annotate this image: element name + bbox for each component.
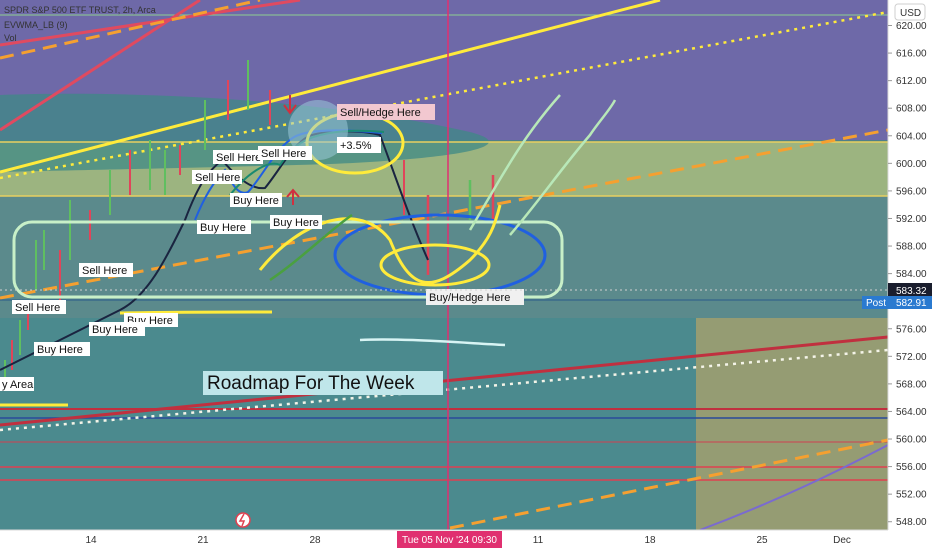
svg-text:Post: Post [866, 298, 886, 309]
svg-text:y Area: y Area [2, 379, 34, 391]
post-market-badge: Post 582.91 [862, 296, 932, 309]
price-tick-label: 576.00 [896, 324, 927, 335]
buy-here-label-2[interactable]: Buy Here [270, 215, 322, 229]
price-tick-label: 548.00 [896, 517, 927, 528]
indicator-legend: EVWMA_LB (9) [4, 20, 68, 30]
svg-text:Sell Here: Sell Here [15, 302, 60, 314]
price-tick-label: 572.00 [896, 352, 927, 363]
buy-here-label-6[interactable]: Buy Here [34, 342, 90, 356]
time-tick-label: 11 [533, 535, 544, 546]
buy-hedge-label[interactable]: Buy/Hedge Here [426, 289, 524, 305]
price-tick-label: 556.00 [896, 462, 927, 473]
svg-text:Buy Here: Buy Here [233, 195, 279, 207]
svg-text:Roadmap For The Week: Roadmap For The Week [207, 373, 415, 394]
area-label[interactable]: y Area [0, 377, 34, 391]
currency-button[interactable]: USD [894, 3, 926, 21]
svg-text:Buy Here: Buy Here [92, 324, 138, 336]
price-tick-label: 620.00 [896, 21, 927, 32]
price-chart[interactable]: Sell/Hedge Here +3.5% Buy/Hedge Here Roa… [0, 0, 932, 550]
time-tick-label: 28 [309, 535, 321, 546]
yellow-underline [119, 310, 273, 315]
time-tick-label: 25 [756, 535, 768, 546]
buy-here-label-1[interactable]: Buy Here [230, 193, 282, 207]
svg-text:Sell Here: Sell Here [195, 172, 240, 184]
price-tick-label: 608.00 [896, 104, 927, 115]
time-tick-label: Dec [833, 535, 851, 546]
buy-here-label-3[interactable]: Buy Here [197, 220, 251, 234]
event-flash-icon[interactable] [235, 512, 251, 528]
sell-here-label-2[interactable]: Sell Here [258, 146, 312, 160]
svg-text:Buy Here: Buy Here [273, 217, 319, 229]
time-tick-label: 21 [197, 535, 209, 546]
time-tick-label: 18 [644, 535, 656, 546]
sell-hedge-label[interactable]: Sell/Hedge Here [337, 104, 435, 120]
svg-text:Sell Here: Sell Here [216, 152, 261, 164]
sell-here-label-3[interactable]: Sell Here [192, 170, 242, 184]
price-tick-label: 596.00 [896, 186, 927, 197]
svg-text:USD: USD [900, 8, 921, 19]
price-tick-label: 600.00 [896, 159, 927, 170]
svg-text:Buy Here: Buy Here [37, 344, 83, 356]
price-tick-label: 604.00 [896, 131, 927, 142]
price-tick-label: 584.00 [896, 269, 927, 280]
price-tick-label: 616.00 [896, 49, 927, 60]
last-price-badge: 583.32 [888, 283, 932, 297]
svg-text:582.91: 582.91 [896, 298, 927, 309]
svg-text:Sell/Hedge Here: Sell/Hedge Here [340, 107, 421, 119]
svg-text:Sell Here: Sell Here [82, 265, 127, 277]
time-tick-label: 14 [85, 535, 97, 546]
svg-text:Tue 05 Nov '24 09:30: Tue 05 Nov '24 09:30 [402, 535, 497, 546]
price-tick-label: 568.00 [896, 379, 927, 390]
price-tick-label: 552.00 [896, 490, 927, 501]
sell-here-label-1[interactable]: Sell Here [213, 150, 263, 164]
projection-box [696, 318, 888, 530]
price-tick-label: 588.00 [896, 242, 927, 253]
roadmap-label[interactable]: Roadmap For The Week [203, 371, 443, 395]
svg-text:583.32: 583.32 [896, 286, 927, 297]
buy-here-label-5[interactable]: Buy Here [89, 322, 145, 336]
price-tick-label: 564.00 [896, 407, 927, 418]
volume-legend: Vol [4, 33, 17, 43]
svg-text:Sell Here: Sell Here [261, 148, 306, 160]
price-tick-label: 560.00 [896, 435, 927, 446]
time-cursor-badge: Tue 05 Nov '24 09:30 [397, 531, 502, 548]
svg-text:Buy/Hedge Here: Buy/Hedge Here [429, 292, 510, 304]
price-tick-label: 592.00 [896, 214, 927, 225]
percent-move-label[interactable]: +3.5% [337, 137, 381, 153]
sell-here-label-4[interactable]: Sell Here [79, 263, 133, 277]
svg-text:+3.5%: +3.5% [340, 140, 372, 152]
symbol-legend: SPDR S&P 500 ETF TRUST, 2h, Arca [4, 5, 156, 15]
price-tick-label: 612.00 [896, 76, 927, 87]
sell-here-label-5[interactable]: Sell Here [12, 300, 66, 314]
svg-text:Buy Here: Buy Here [200, 222, 246, 234]
